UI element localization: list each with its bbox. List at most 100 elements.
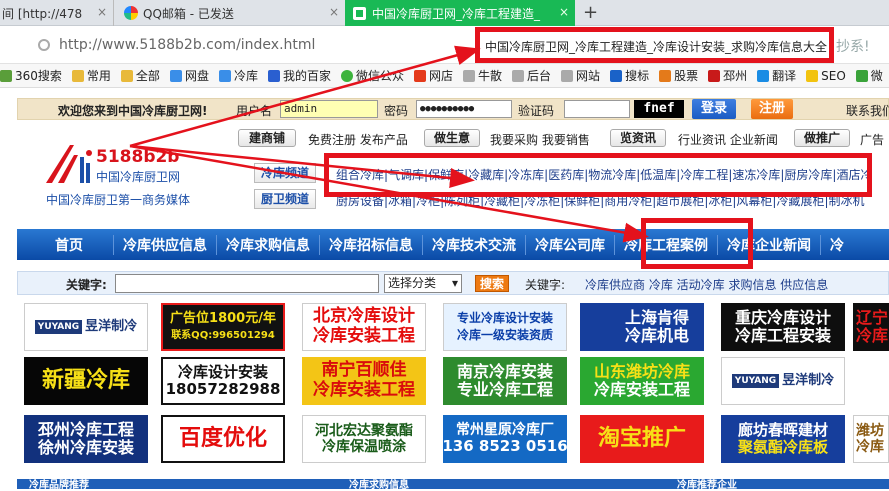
ad-banner[interactable]: 辽宁 冷库: [853, 303, 889, 351]
ad-line1: 新疆冷库: [41, 367, 130, 394]
contact-link[interactable]: 联系我们: [846, 102, 889, 119]
bookmark-item[interactable]: 全部: [120, 67, 160, 84]
ad-banner[interactable]: 上海肯得 冷库机电: [580, 303, 704, 351]
close-icon[interactable]: ×: [97, 5, 107, 19]
ad-banner[interactable]: 新疆冷库: [24, 357, 148, 405]
browser-tab[interactable]: QQ邮箱 - 已发送 ×: [113, 0, 345, 26]
welcome-text: 欢迎您来到中国冷库厨卫网!: [58, 104, 208, 118]
bookmark-item[interactable]: 常用: [71, 67, 111, 84]
ad-line2: 冷库一级安装资质: [456, 327, 553, 342]
ad-banner[interactable]: 邳州冷库工程 徐州冷库安装: [24, 415, 148, 463]
browser-tab-active[interactable]: 中国冷库厨卫网_冷库工程建造_ ×: [345, 0, 575, 26]
ad-banner[interactable]: 广告位1800元/年 联系QQ:996501294: [161, 303, 285, 351]
bookmark-icon: [340, 69, 353, 82]
ad-banner[interactable]: YUYANG 昱洋制冷: [721, 357, 845, 405]
bookmark-item[interactable]: 微: [855, 67, 883, 84]
bookmark-item[interactable]: 网盘: [169, 67, 209, 84]
bookmark-item[interactable]: 冷库: [218, 67, 258, 84]
ad-banner[interactable]: 百度优化: [161, 415, 285, 463]
ad-line1: 辽宁: [856, 307, 889, 327]
chevron-down-icon: ▾: [451, 276, 458, 290]
ad-line1: 淘宝推广: [597, 426, 686, 452]
ad-banner[interactable]: 冷库设计安装 18057282988: [161, 357, 285, 405]
ad-line1: 南宁百顺佳: [321, 360, 407, 381]
nav-more[interactable]: 冷: [821, 235, 853, 255]
ad-line2: 冷库机电: [624, 326, 689, 345]
kitchen-channel-label: 厨卫频道: [254, 189, 316, 209]
main-nav: 首页 冷库供应信息 冷库求购信息 冷库招标信息 冷库技术交流 冷库公司库 冷库工…: [17, 229, 889, 260]
login-button[interactable]: 登录: [692, 99, 736, 119]
nav-home[interactable]: 首页: [17, 234, 114, 255]
bookmark-item[interactable]: SEO: [806, 69, 846, 83]
ad-banner[interactable]: 山东潍坊冷库 冷库安装工程: [580, 357, 704, 405]
business-links[interactable]: 我要采购 我要销售: [490, 131, 590, 148]
tab-title: 间 [http://478: [2, 6, 83, 21]
ad-line1: 专业冷库设计安装: [456, 310, 553, 325]
password-input[interactable]: ●●●●●●●●●●: [416, 100, 512, 118]
ad-line1: YUYANG: [34, 319, 83, 335]
bookmark-item[interactable]: 网店: [414, 67, 453, 84]
captcha-label: 验证码: [518, 104, 555, 118]
new-tab-button[interactable]: +: [583, 2, 598, 23]
search-bar: 关键字: 选择分类 ▾ 搜索 关键字: 冷库供应商 冷库 活动冷库 求购信息 供应…: [17, 271, 889, 295]
ad-line2: 昱洋制冷: [85, 318, 138, 334]
logo-subtitle: 中国冷库厨卫网: [96, 170, 181, 184]
captcha-input[interactable]: [564, 100, 630, 118]
read-news-button[interactable]: 览资讯: [610, 129, 666, 147]
logo-name: 5188b2b: [96, 147, 180, 167]
ad-line2: 联系QQ:996501294: [171, 330, 275, 342]
ad-line2: 冷库: [856, 439, 884, 455]
promote-button[interactable]: 做推广: [794, 129, 850, 147]
nav-tech[interactable]: 冷库技术交流: [423, 234, 526, 255]
bookmark-item[interactable]: 翻译: [757, 67, 796, 84]
bookmark-item[interactable]: 邳州: [708, 67, 747, 84]
ad-link[interactable]: 广告: [860, 131, 884, 148]
site-logo[interactable]: 5188b2b 中国冷库厨卫网 中国冷库厨卫第一商务媒体: [44, 143, 190, 207]
ad-banner[interactable]: 常州星原冷库厂 136 8523 0516: [443, 415, 567, 463]
bookmark-icon: [0, 69, 12, 82]
bookmark-item[interactable]: 后台: [512, 67, 551, 84]
close-icon[interactable]: ×: [559, 5, 569, 19]
ad-banner[interactable]: 河北宏达聚氨酯 冷库保温喷涂: [302, 415, 426, 463]
do-business-button[interactable]: 做生意: [424, 129, 480, 147]
ad-line1: 百度优化: [178, 426, 267, 452]
username-input[interactable]: admin: [280, 100, 378, 118]
ad-banner[interactable]: 潍坊 冷库: [853, 415, 889, 463]
register-button[interactable]: 注册: [751, 99, 793, 119]
bookmark-item[interactable]: 我的百家: [267, 67, 331, 84]
nav-tender[interactable]: 冷库招标信息: [320, 234, 423, 255]
bookmark-item[interactable]: 360搜索: [0, 67, 62, 84]
url-input[interactable]: http://www.5188b2b.com/index.html: [59, 37, 315, 53]
ad-banner[interactable]: 南京冷库安装 专业冷库工程: [443, 357, 567, 405]
bookmark-item[interactable]: 股票: [659, 67, 698, 84]
close-icon[interactable]: ×: [329, 5, 339, 19]
ad-banner[interactable]: 南宁百顺佳 冷库安装工程: [302, 357, 426, 405]
bookmark-item[interactable]: 搜标: [610, 67, 649, 84]
nav-purchase[interactable]: 冷库求购信息: [217, 234, 320, 255]
ad-banner[interactable]: 专业冷库设计安装 冷库一级安装资质: [443, 303, 567, 351]
ad-banner[interactable]: 重庆冷库设计 冷库工程安装: [721, 303, 845, 351]
hot-keyword-links[interactable]: 冷库供应商 冷库 活动冷库 求购信息 供应信息: [585, 276, 828, 293]
bookmark-icon: [512, 69, 525, 82]
search-button[interactable]: 搜索: [475, 275, 509, 292]
nav-companies[interactable]: 冷库公司库: [526, 234, 615, 255]
bookmark-item[interactable]: 网站: [561, 67, 600, 84]
bookmark-item[interactable]: 牛散: [463, 67, 502, 84]
search-input[interactable]: [115, 274, 379, 293]
ad-line2: 昱洋制冷: [782, 372, 835, 388]
ad-line2: 136 8523 0516: [443, 437, 567, 456]
ad-banner[interactable]: 北京冷库设计 冷库安装工程: [302, 303, 426, 351]
captcha-image[interactable]: fnef: [634, 100, 684, 118]
folder-icon: [120, 69, 133, 82]
ad-banner[interactable]: YUYANG 昱洋制冷: [24, 303, 148, 351]
news-links[interactable]: 行业资讯 企业新闻: [678, 131, 778, 148]
bookmark-item[interactable]: 微信公众: [340, 67, 404, 84]
browser-tab[interactable]: 间 [http://478 ×: [0, 0, 113, 26]
nav-supply[interactable]: 冷库供应信息: [114, 234, 217, 255]
ad-banner[interactable]: 廊坊春晖建材 聚氨酯冷库板: [721, 415, 845, 463]
ad-banner[interactable]: 淘宝推广: [580, 415, 704, 463]
build-shop-button[interactable]: 建商铺: [238, 129, 296, 147]
category-select[interactable]: 选择分类 ▾: [384, 274, 462, 293]
shop-links[interactable]: 免费注册 发布产品: [308, 131, 408, 148]
cold-channel-label: 冷库频道: [254, 163, 316, 183]
